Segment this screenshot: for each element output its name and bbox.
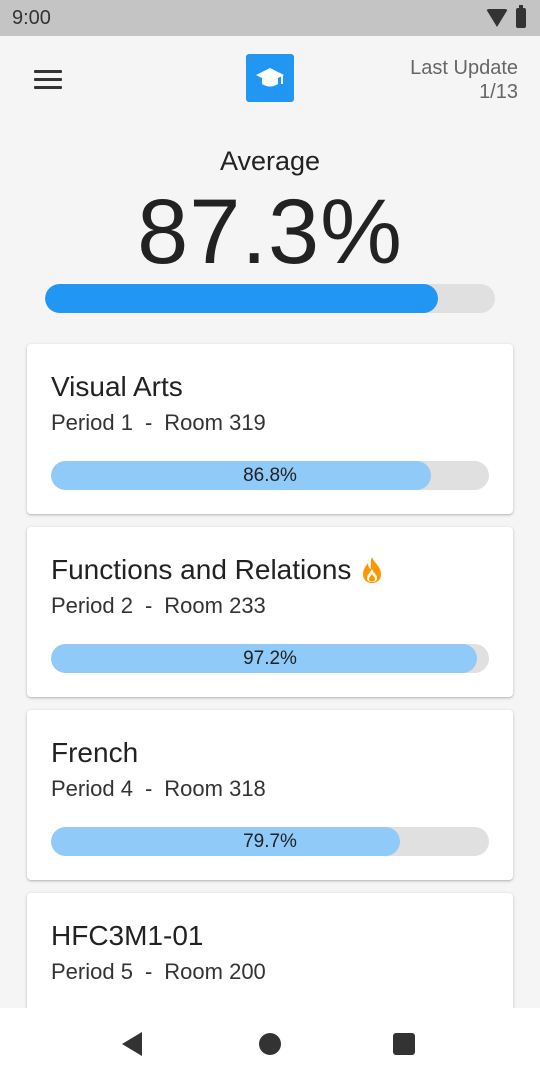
wifi-icon: [486, 9, 508, 27]
course-card[interactable]: Functions and Relations Period 2- Room 23…: [27, 527, 513, 697]
battery-icon: [516, 5, 526, 28]
separator: -: [144, 959, 153, 984]
course-grade: 79.7%: [243, 831, 297, 852]
course-period: Period 2: [51, 593, 133, 618]
status-icons: [486, 5, 526, 28]
course-name-text: Functions and Relations: [51, 554, 352, 585]
course-details: Period 4- Room 318: [51, 776, 266, 802]
course-card[interactable]: French Period 4- Room 318 79.7%: [27, 710, 513, 880]
last-update-date: 1/13: [479, 81, 518, 103]
course-details: Period 1- Room 319: [51, 410, 266, 436]
app-bar: Last Update 1/13: [0, 36, 540, 120]
course-grade: 86.8%: [243, 465, 297, 486]
course-progress-bar: 86.8%: [51, 461, 489, 490]
course-progress-bar: 79.7%: [51, 827, 489, 856]
course-card[interactable]: Visual Arts Period 1- Room 319 86.8%: [27, 344, 513, 514]
home-icon[interactable]: [259, 1033, 281, 1055]
separator: -: [144, 776, 153, 801]
course-details: Period 2- Room 233: [51, 593, 266, 619]
course-progress-bar: 97.2%: [51, 644, 489, 673]
average-label: Average: [219, 146, 321, 176]
course-name: HFC3M1-01: [51, 920, 203, 952]
graduation-cap-icon: [246, 54, 294, 102]
status-bar: 9:00: [0, 0, 540, 36]
back-icon[interactable]: [122, 1032, 142, 1056]
course-name-text: HFC3M1-01: [51, 920, 204, 951]
course-room: Room 318: [164, 776, 266, 801]
course-period: Period 1: [51, 410, 133, 435]
course-name: Visual Arts: [51, 371, 183, 403]
course-room: Room 200: [164, 959, 266, 984]
menu-icon[interactable]: [34, 70, 62, 90]
course-room: Room 319: [164, 410, 266, 435]
separator: -: [144, 593, 153, 618]
nav-bar: [0, 1008, 540, 1080]
separator: -: [144, 410, 153, 435]
average-value: 87.3%: [137, 181, 403, 283]
recents-icon[interactable]: [393, 1033, 415, 1055]
course-name-text: Visual Arts: [51, 371, 183, 402]
average-progress-fill: [45, 284, 438, 313]
course-details: Period 5- Room 200: [51, 959, 266, 985]
last-update: Last Update 1/13: [410, 56, 518, 104]
course-period: Period 5: [51, 959, 133, 984]
course-room: Room 233: [164, 593, 266, 618]
course-name: French: [51, 737, 138, 769]
status-time: 9:00: [12, 6, 51, 29]
fire-icon: [363, 557, 382, 583]
course-name-text: French: [51, 737, 139, 768]
course-list: Visual Arts Period 1- Room 319 86.8% Func…: [27, 344, 513, 1076]
course-period: Period 4: [51, 776, 133, 801]
last-update-label: Last Update: [410, 57, 518, 79]
course-name: Functions and Relations: [51, 554, 383, 586]
course-grade: 97.2%: [243, 648, 297, 669]
average-progress-bar: [45, 284, 495, 313]
